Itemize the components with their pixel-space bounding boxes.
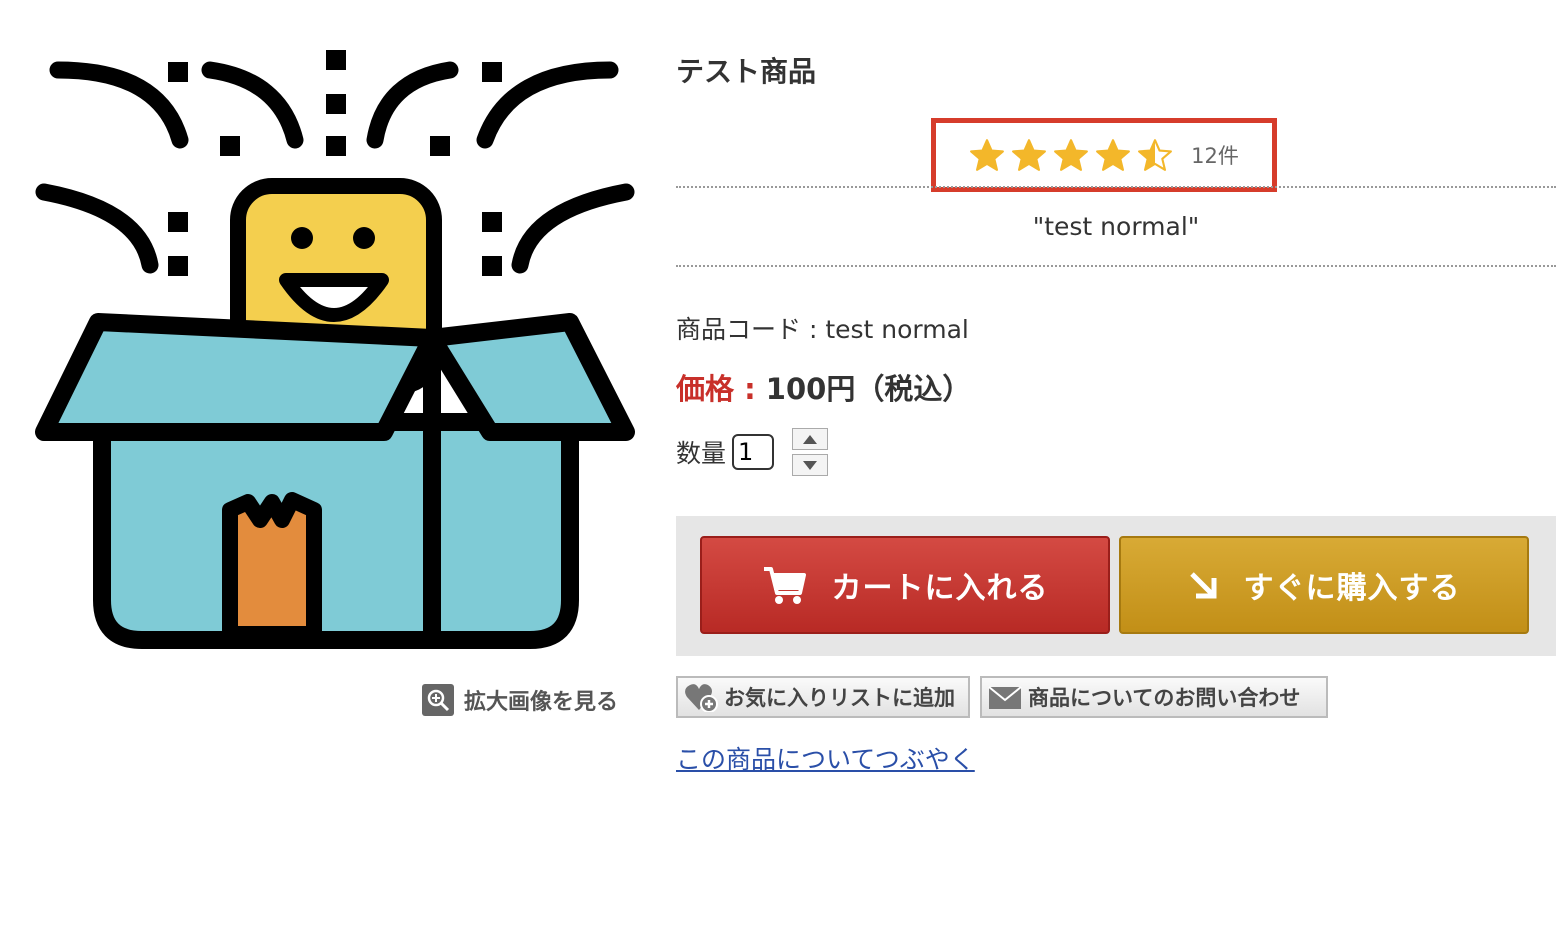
heart-plus-icon xyxy=(685,684,718,712)
add-to-cart-label: カートに入れる xyxy=(831,571,1049,606)
triangle-down-icon xyxy=(803,460,818,470)
cart-panel: カートに入れる すぐに購入する xyxy=(676,516,1556,656)
star-full-icon xyxy=(1012,139,1047,171)
quantity-up-button[interactable] xyxy=(792,428,829,450)
star-full-icon xyxy=(1054,139,1089,171)
star-rating xyxy=(969,138,1173,172)
quantity-down-button[interactable] xyxy=(792,454,829,476)
quantity-label: 数量 xyxy=(676,439,727,468)
quantity-stepper xyxy=(792,428,829,476)
buy-now-label: すぐに購入する xyxy=(1243,571,1461,606)
product-subtitle: "test normal" xyxy=(1032,212,1200,241)
envelope-icon xyxy=(988,686,1022,709)
divider xyxy=(676,265,1556,267)
rating-highlight-box: 12件 xyxy=(931,118,1277,192)
add-favorite-label: お気に入りリストに追加 xyxy=(724,686,955,710)
quantity-row: 数量 xyxy=(676,428,829,476)
tweet-link[interactable]: この商品についてつぶやく xyxy=(676,740,975,776)
cart-icon xyxy=(763,567,806,604)
star-full-icon xyxy=(970,139,1005,171)
surprise-box-icon xyxy=(35,50,635,649)
product-image[interactable] xyxy=(30,40,640,660)
secondary-actions: お気に入りリストに追加 商品についてのお問い合わせ xyxy=(676,676,1328,718)
review-count[interactable]: 12件 xyxy=(1191,140,1239,170)
zoom-image-link[interactable]: 拡大画像を見る xyxy=(422,684,618,716)
product-title: テスト商品 xyxy=(676,55,817,88)
price-row: 価格 : 100円（税込） xyxy=(676,366,971,408)
quantity-input[interactable] xyxy=(732,434,775,470)
divider xyxy=(676,186,1556,188)
add-favorite-button[interactable]: お気に入りリストに追加 xyxy=(676,676,970,718)
price-value: 100円（税込） xyxy=(765,372,972,406)
triangle-up-icon xyxy=(803,434,818,444)
price-label: 価格 : xyxy=(676,372,766,406)
zoom-label: 拡大画像を見る xyxy=(464,690,619,715)
arrow-down-right-icon xyxy=(1189,572,1216,599)
star-half-icon xyxy=(1138,139,1173,171)
add-to-cart-button[interactable]: カートに入れる xyxy=(700,536,1110,634)
buy-now-button[interactable]: すぐに購入する xyxy=(1119,536,1529,634)
product-code: 商品コード : test normal xyxy=(676,315,969,344)
inquiry-label: 商品についてのお問い合わせ xyxy=(1028,686,1301,710)
magnify-plus-icon xyxy=(422,684,454,716)
star-full-icon xyxy=(1096,139,1131,171)
inquiry-button[interactable]: 商品についてのお問い合わせ xyxy=(980,676,1328,718)
